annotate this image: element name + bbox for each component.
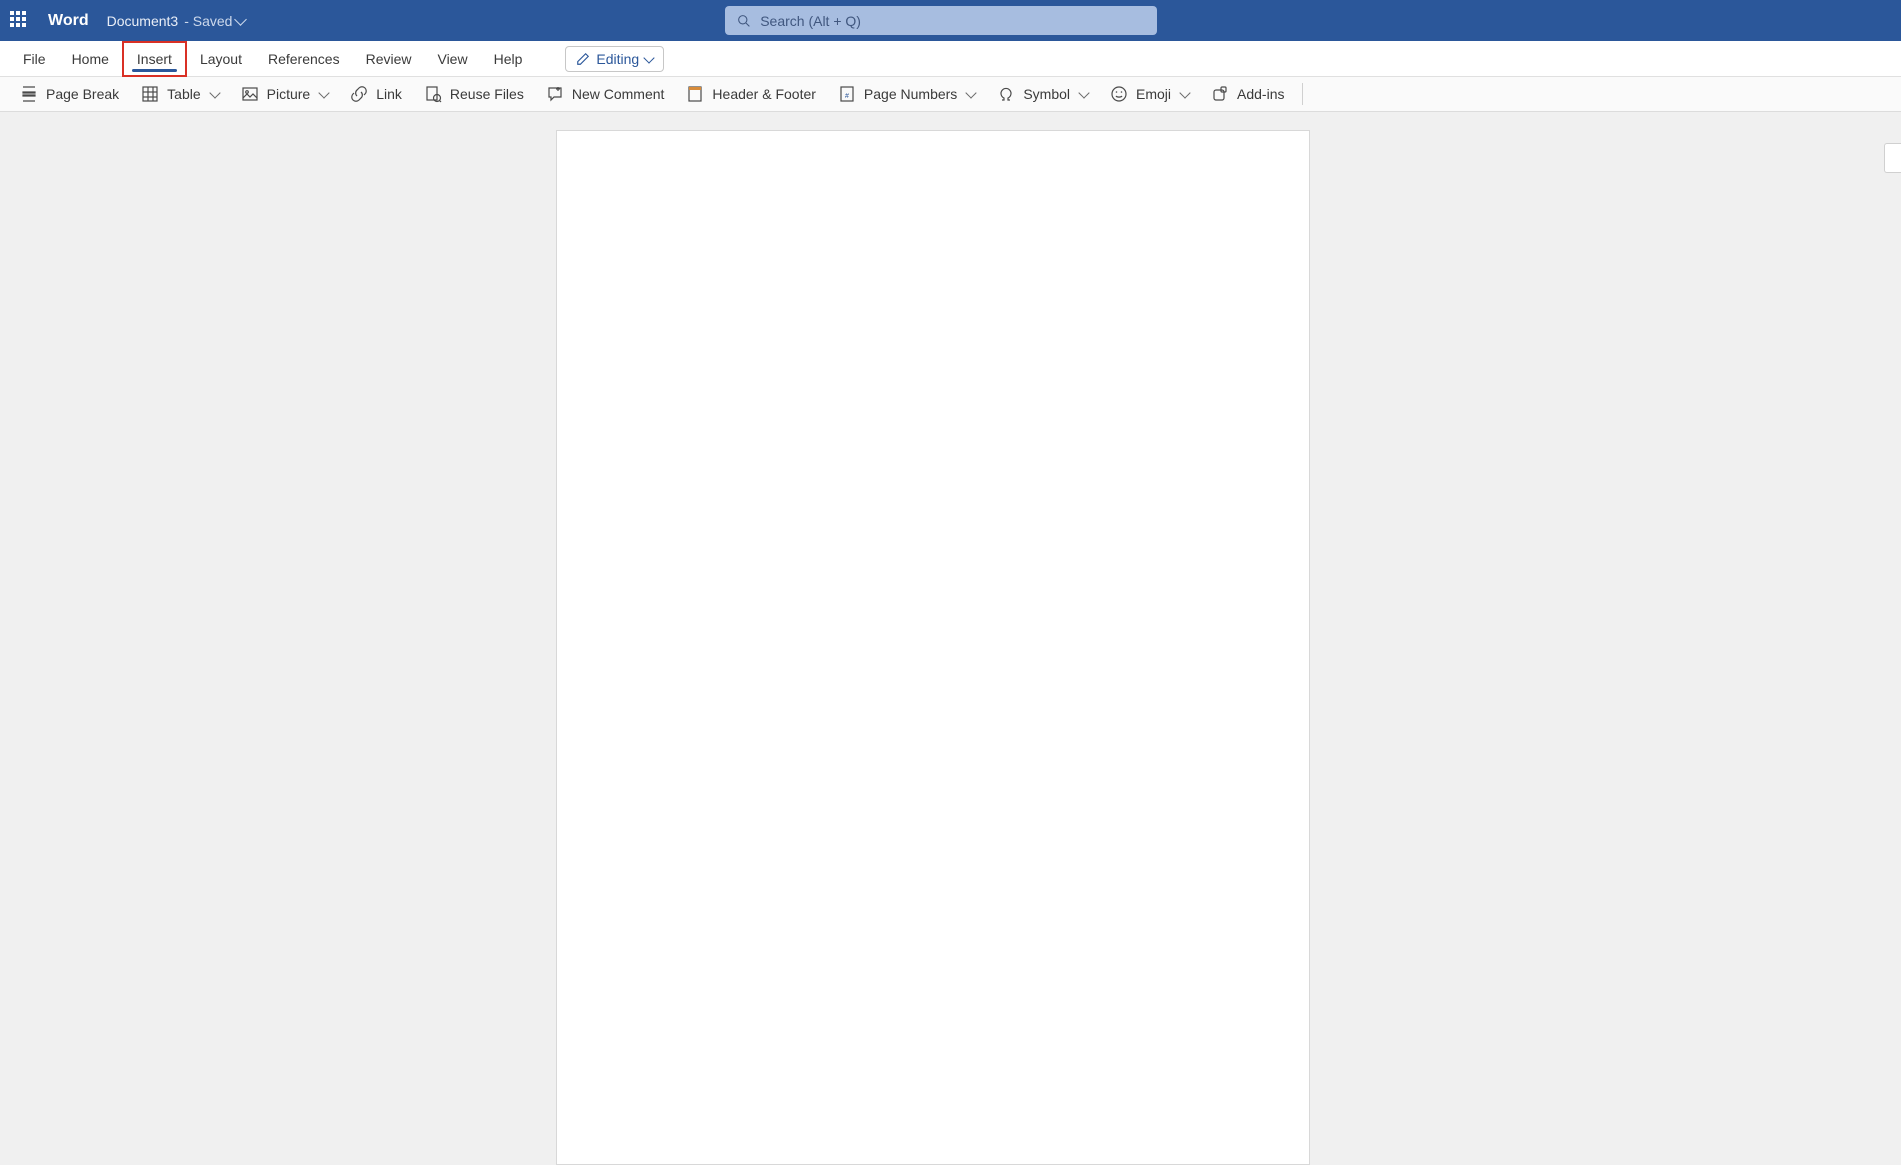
tab-file[interactable]: File xyxy=(10,41,59,77)
chevron-down-icon xyxy=(966,87,977,98)
picture-button[interactable]: Picture xyxy=(233,80,337,108)
table-button[interactable]: Table xyxy=(133,80,226,108)
ribbon-tabs: File Home Insert Layout References Revie… xyxy=(0,41,1901,77)
search-input[interactable] xyxy=(760,13,1145,29)
link-button[interactable]: Link xyxy=(342,80,410,108)
chevron-down-icon xyxy=(644,52,655,63)
document-canvas[interactable] xyxy=(0,112,1901,1165)
svg-text:#: # xyxy=(845,93,849,100)
editing-mode-label: Editing xyxy=(596,51,639,67)
search-box[interactable] xyxy=(725,6,1157,35)
page-numbers-button[interactable]: # Page Numbers xyxy=(830,80,983,108)
document-title-group[interactable]: Document3 - Saved xyxy=(107,13,246,29)
symbol-button[interactable]: Symbol xyxy=(989,80,1096,108)
chevron-down-icon xyxy=(1078,87,1089,98)
reuse-files-icon xyxy=(424,85,442,103)
header-footer-button[interactable]: Header & Footer xyxy=(678,80,824,108)
chevron-down-icon xyxy=(235,13,248,26)
comment-icon xyxy=(546,85,564,103)
tab-home[interactable]: Home xyxy=(59,41,122,77)
table-icon xyxy=(141,85,159,103)
addins-icon xyxy=(1211,85,1229,103)
tab-view[interactable]: View xyxy=(424,41,480,77)
page-break-icon xyxy=(20,85,38,103)
header-footer-icon xyxy=(686,85,704,103)
new-comment-button[interactable]: New Comment xyxy=(538,80,673,108)
picture-icon xyxy=(241,85,259,103)
title-bar: Word Document3 - Saved xyxy=(0,0,1901,41)
tab-references[interactable]: References xyxy=(255,41,353,77)
link-icon xyxy=(350,85,368,103)
chevron-down-icon xyxy=(319,87,330,98)
app-name: Word xyxy=(48,12,89,30)
tab-review[interactable]: Review xyxy=(353,41,425,77)
page-break-button[interactable]: Page Break xyxy=(12,80,127,108)
emoji-icon xyxy=(1110,85,1128,103)
separator xyxy=(1302,83,1303,105)
save-status: - Saved xyxy=(184,13,245,29)
search-icon xyxy=(737,14,750,28)
side-pane-toggle[interactable] xyxy=(1884,143,1901,173)
tab-help[interactable]: Help xyxy=(481,41,536,77)
editing-mode-button[interactable]: Editing xyxy=(565,46,664,72)
chevron-down-icon xyxy=(1179,87,1190,98)
tab-layout[interactable]: Layout xyxy=(187,41,255,77)
document-name: Document3 xyxy=(107,13,179,29)
chevron-down-icon xyxy=(209,87,220,98)
ribbon-insert: Page Break Table Picture Link Reuse File… xyxy=(0,77,1901,112)
emoji-button[interactable]: Emoji xyxy=(1102,80,1197,108)
reuse-files-button[interactable]: Reuse Files xyxy=(416,80,532,108)
app-launcher-icon[interactable] xyxy=(10,11,30,31)
symbol-icon xyxy=(997,85,1015,103)
page-numbers-icon: # xyxy=(838,85,856,103)
tab-insert[interactable]: Insert xyxy=(122,41,187,77)
document-page[interactable] xyxy=(556,130,1310,1165)
addins-button[interactable]: Add-ins xyxy=(1203,80,1292,108)
